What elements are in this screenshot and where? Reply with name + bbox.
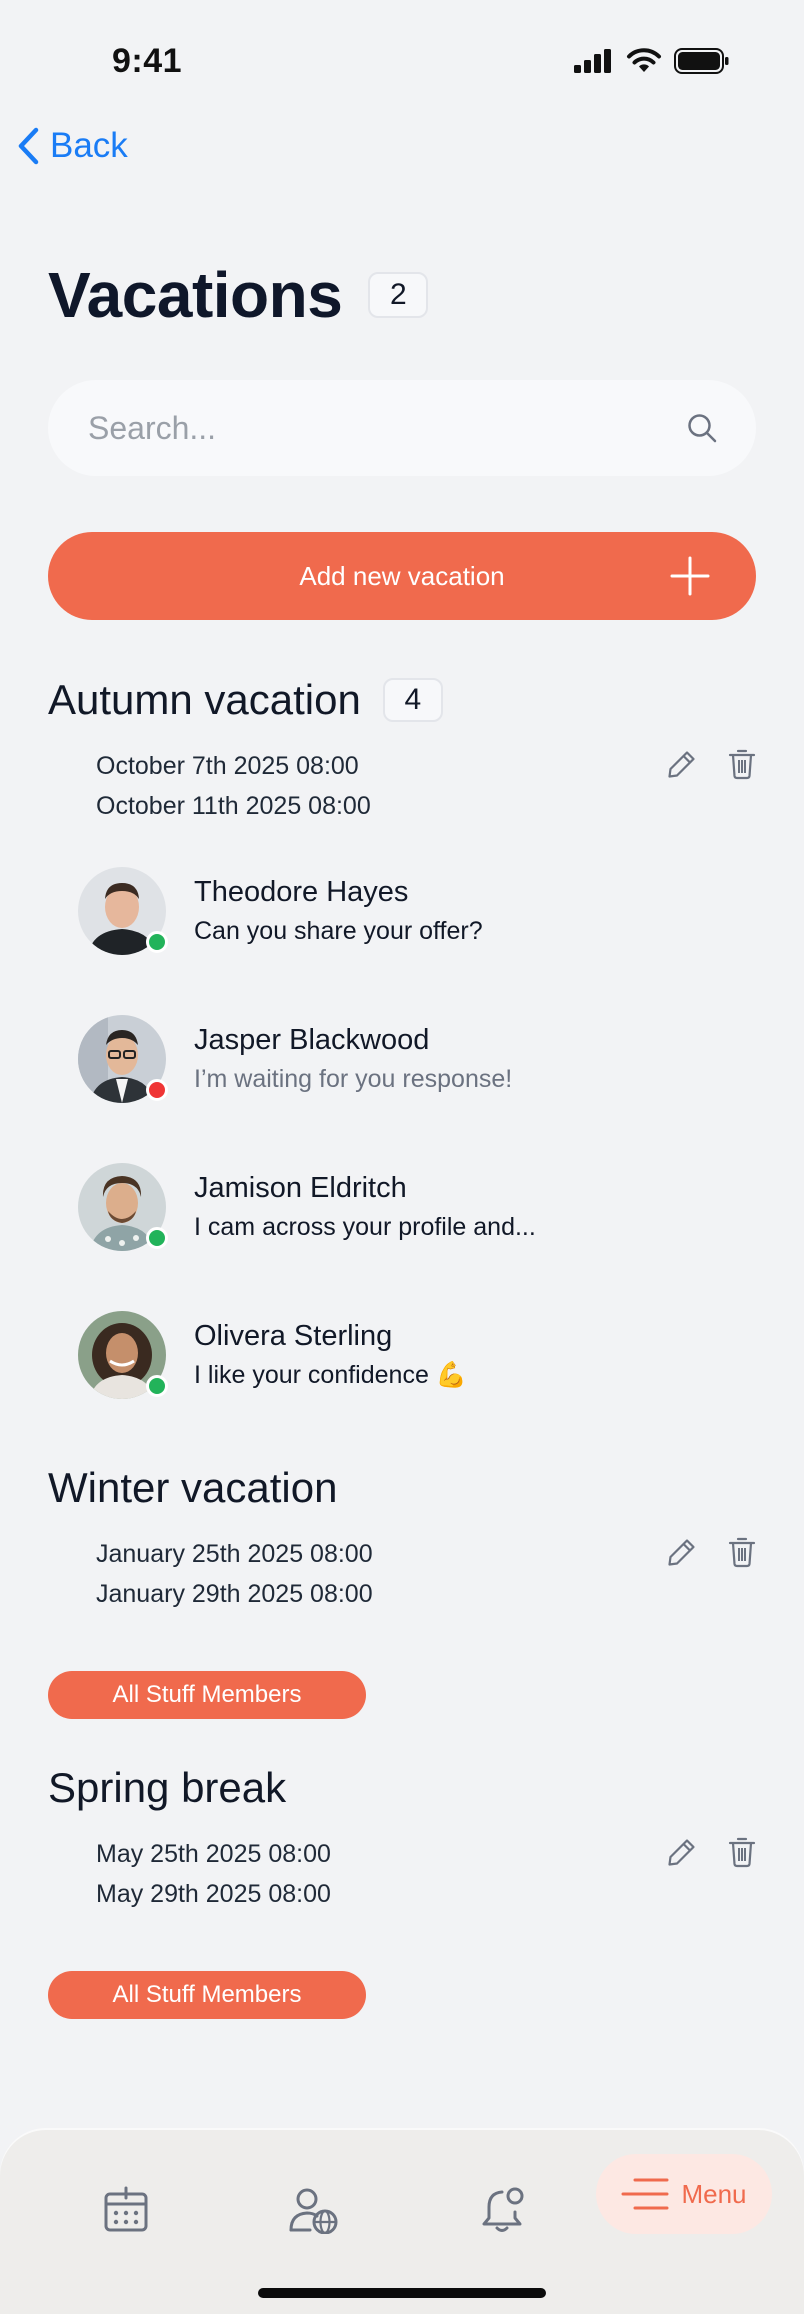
trash-icon [728,1837,756,1868]
signal-icon [574,49,611,73]
home-indicator [258,2288,546,2298]
contact-item[interactable]: Jamison Eldritch I cam across your profi… [78,1162,718,1252]
vacation-title-winter: Winter vacation [48,1464,337,1512]
contact-name: Jamison Eldritch [194,1172,407,1204]
vacation-actions [664,1834,760,1870]
contact-text: Jamison Eldritch I cam across your profi… [194,1168,536,1246]
add-vacation-button[interactable]: Add new vacation [48,532,756,620]
delete-button[interactable] [724,746,760,782]
vacation-title: Winter vacation [48,1464,338,1511]
vacation-start-date: January 25th 2025 08:00 [96,1540,373,1568]
delete-button[interactable] [724,1534,760,1570]
vacation-dates: January 25th 2025 08:00 January 29th 202… [96,1534,373,1614]
edit-button[interactable] [664,1534,700,1570]
vacation-title-spring: Spring break [48,1764,286,1812]
wifi-icon [627,48,661,72]
page-title: Vacations [48,259,343,331]
vacation-end-date: October 11th 2025 08:00 [96,792,371,820]
delete-button[interactable] [724,1834,760,1870]
participants-count-badge: 4 [382,678,443,722]
contact-item[interactable]: Olivera Sterling I like your confidence … [78,1310,718,1400]
pencil-icon [668,1539,695,1566]
vacation-end-date: January 29th 2025 08:00 [96,1580,373,1608]
back-label: Back [50,126,128,165]
busy-status-indicator [146,1079,168,1101]
calendar-icon [104,2186,148,2232]
avatar [78,1311,168,1399]
pencil-icon [668,1839,695,1866]
vacation-actions [664,746,760,782]
bell-notification-icon [482,2187,524,2232]
contact-last-message: I’m waiting for you response! [194,1065,513,1093]
vacation-title: Autumn vacation [48,676,361,723]
page-header: Vacations 2 [48,258,429,332]
online-status-indicator [146,1375,168,1397]
vacation-dates: October 7th 2025 08:00 October 11th 2025… [96,746,371,826]
contact-name: Theodore Hayes [194,876,409,908]
contact-text: Jasper Blackwood I’m waiting for you res… [194,1020,512,1098]
back-button[interactable]: Back [16,126,128,166]
avatar [78,867,168,955]
contact-name: Jasper Blackwood [194,1024,430,1056]
avatar [78,1163,168,1251]
bottom-tab-bar: Menu [0,2130,804,2314]
edit-button[interactable] [664,1834,700,1870]
battery-icon [674,48,729,74]
vacation-dates: May 25th 2025 08:00 May 29th 2025 08:00 [96,1834,331,1914]
vacation-title-autumn: Autumn vacation 4 [48,676,443,724]
status-time: 9:41 [112,42,183,80]
contact-name: Olivera Sterling [194,1320,393,1352]
chevron-left-icon [18,127,39,165]
search-bar [48,380,756,476]
contact-last-message: I cam across your profile and... [194,1213,536,1241]
contact-text: Olivera Sterling I like your confidence … [194,1316,467,1394]
search-icon[interactable] [686,412,718,444]
online-status-indicator [146,1227,168,1249]
members-tag-button[interactable]: All Stuff Members [48,1671,366,1719]
tab-calendar[interactable] [86,2170,166,2250]
vacation-start-date: May 25th 2025 08:00 [96,1840,331,1868]
menu-icon [621,2178,669,2210]
user-globe-icon [289,2188,338,2234]
tab-menu[interactable]: Menu [596,2154,772,2234]
trash-icon [728,1537,756,1568]
contact-text: Theodore Hayes Can you share your offer? [194,872,483,950]
edit-button[interactable] [664,746,700,782]
contact-item[interactable]: Jasper Blackwood I’m waiting for you res… [78,1014,718,1104]
status-icons [574,48,730,74]
status-bar: 9:41 [0,0,804,130]
vacation-title: Spring break [48,1764,287,1811]
trash-icon [728,749,756,780]
contact-last-message: I like your confidence 💪 [194,1361,467,1389]
tab-menu-label: Menu [681,2178,747,2209]
contact-last-message: Can you share your offer? [194,917,483,945]
contact-item[interactable]: Theodore Hayes Can you share your offer? [78,866,718,956]
search-input[interactable] [88,409,686,447]
vacation-actions [664,1534,760,1570]
add-vacation-label: Add new vacation [299,560,505,591]
vacation-start-date: October 7th 2025 08:00 [96,752,359,780]
members-tag-button[interactable]: All Stuff Members [48,1971,366,2019]
vacation-end-date: May 29th 2025 08:00 [96,1880,331,1908]
tab-people[interactable] [274,2170,354,2250]
plus-icon [670,556,710,596]
avatar [78,1015,168,1103]
tab-notifications[interactable] [462,2170,542,2250]
vacations-count-badge: 2 [368,272,429,318]
online-status-indicator [146,931,168,953]
pencil-icon [668,751,695,778]
